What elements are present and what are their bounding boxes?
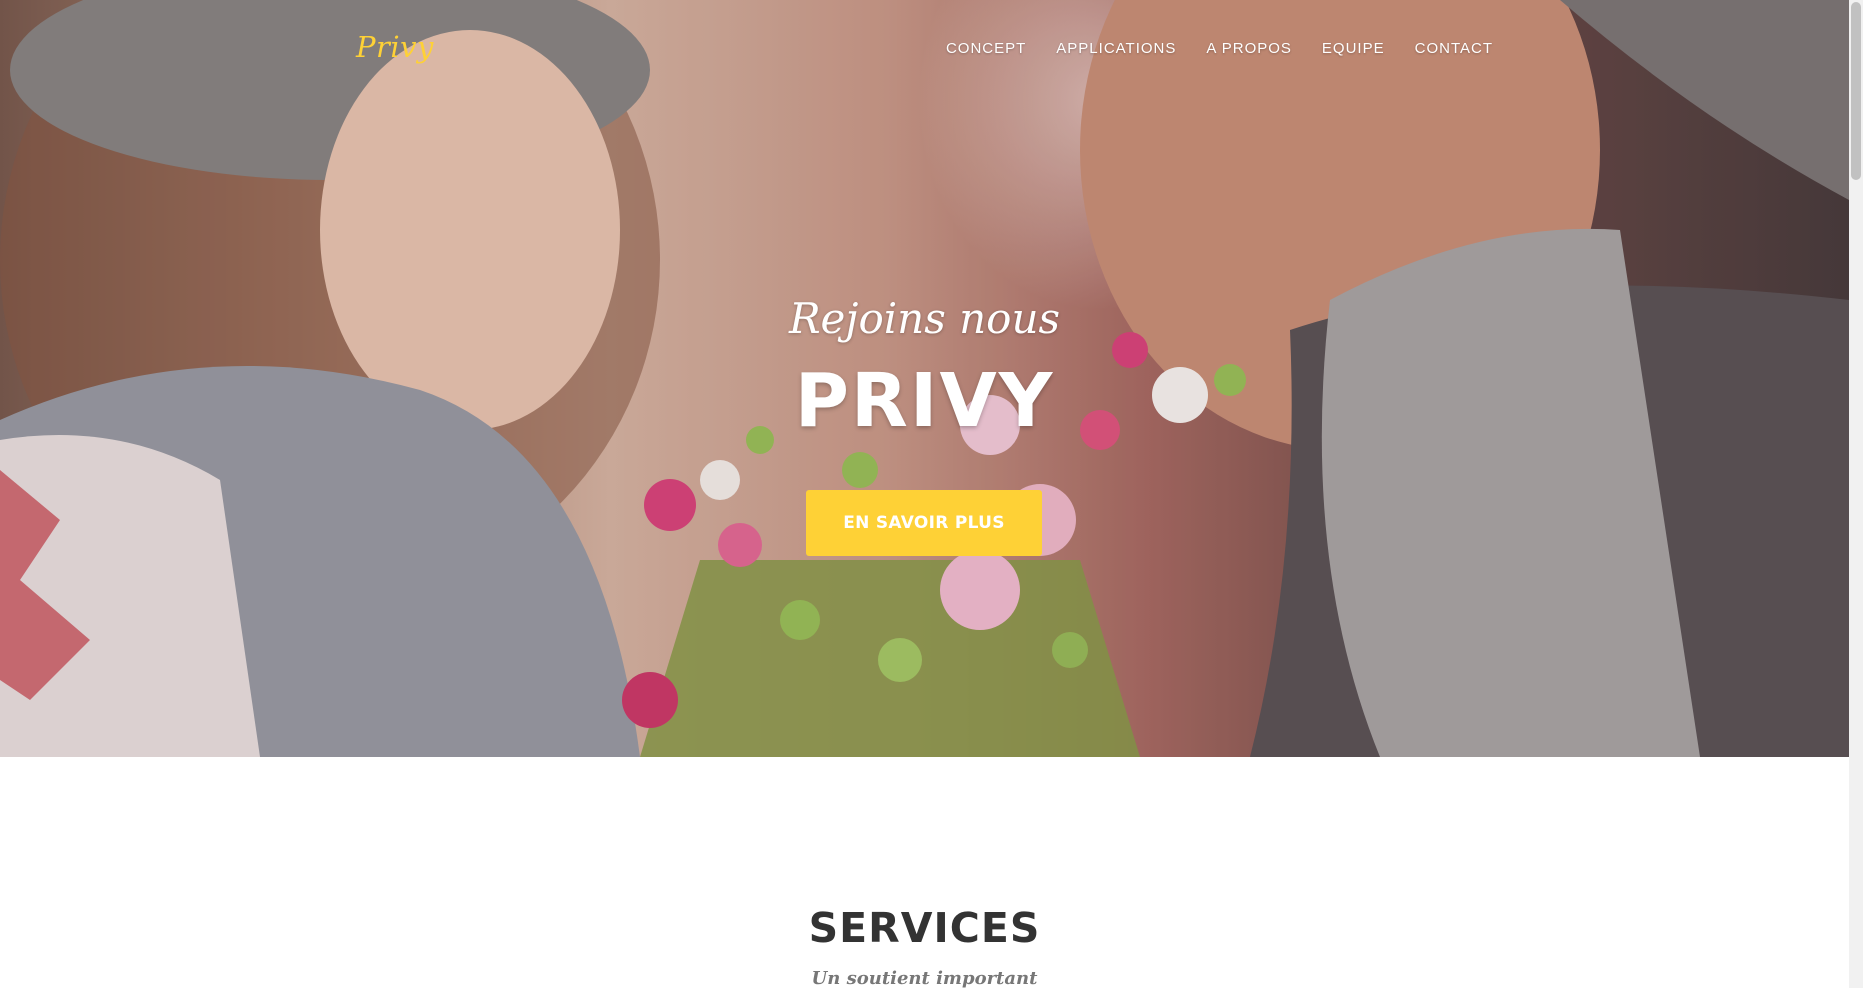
nav-item-a-propos: A PROPOS bbox=[1206, 40, 1292, 57]
scrollbar-thumb[interactable] bbox=[1851, 2, 1861, 180]
services-heading: SERVICES bbox=[808, 904, 1041, 952]
nav-item-applications: APPLICATIONS bbox=[1056, 40, 1176, 57]
nav-link-applications[interactable]: APPLICATIONS bbox=[1056, 40, 1176, 57]
nav-item-concept: CONCEPT bbox=[946, 40, 1026, 57]
nav-link-concept[interactable]: CONCEPT bbox=[946, 40, 1026, 57]
nav-link-contact[interactable]: CONTACT bbox=[1415, 40, 1493, 57]
nav-item-equipe: EQUIPE bbox=[1322, 40, 1385, 57]
hero-heading: PRIVY bbox=[794, 358, 1055, 444]
services-subheading: Un soutient important bbox=[811, 968, 1038, 988]
page: Privy CONCEPT APPLICATIONS A PROPOS EQUI… bbox=[0, 0, 1863, 988]
hero-lead-text: Rejoins nous bbox=[788, 294, 1061, 343]
main-navigation: CONCEPT APPLICATIONS A PROPOS EQUIPE CON… bbox=[946, 40, 1493, 57]
nav-item-contact: CONTACT bbox=[1415, 40, 1493, 57]
learn-more-button[interactable]: EN SAVOIR PLUS bbox=[806, 490, 1042, 556]
hero-section: Privy CONCEPT APPLICATIONS A PROPOS EQUI… bbox=[0, 0, 1849, 757]
nav-link-equipe[interactable]: EQUIPE bbox=[1322, 40, 1385, 57]
nav-link-a-propos[interactable]: A PROPOS bbox=[1206, 40, 1292, 57]
brand-logo-link[interactable]: Privy bbox=[356, 30, 434, 64]
page-scrollbar[interactable] bbox=[1849, 0, 1863, 988]
